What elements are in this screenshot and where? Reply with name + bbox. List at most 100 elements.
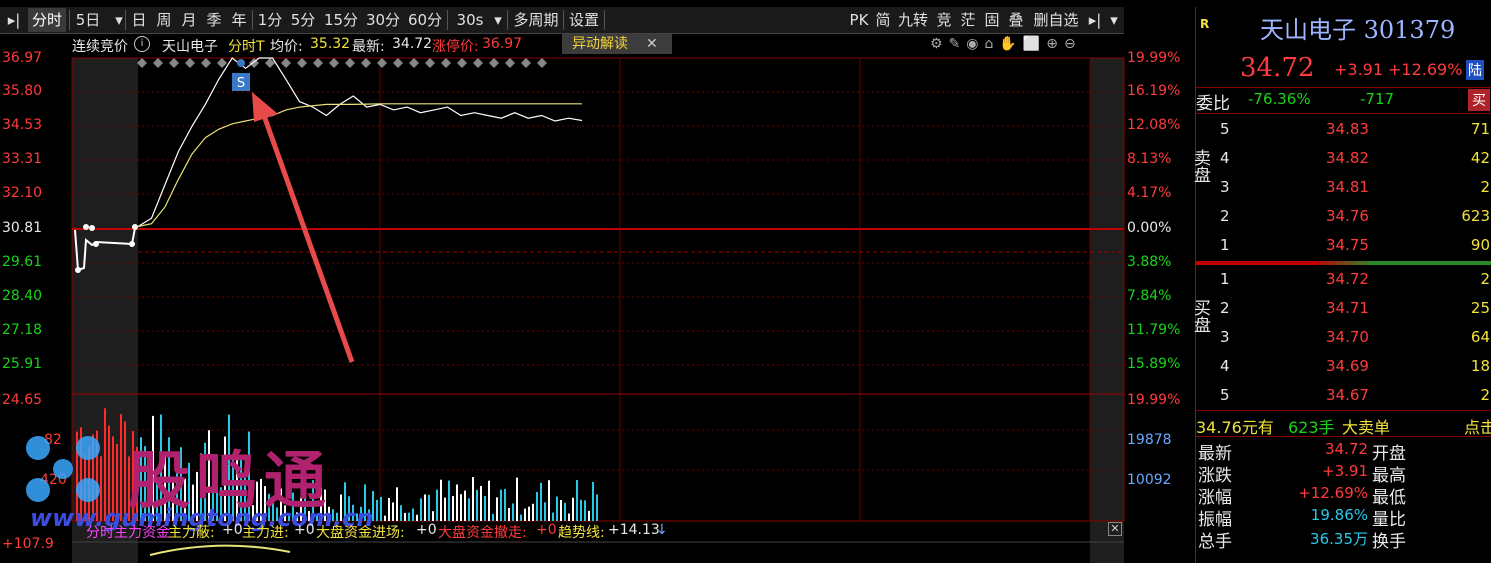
volume-bar xyxy=(460,494,462,521)
axis-label: 16.19% xyxy=(1127,83,1181,99)
bid-price[interactable]: 34.69 xyxy=(1326,357,1369,375)
volume-bar xyxy=(408,512,410,521)
r-badge: R xyxy=(1200,17,1210,31)
volume-bar xyxy=(448,480,450,521)
volume-bar xyxy=(524,508,526,521)
volume-bar xyxy=(532,503,534,521)
volume-bar xyxy=(432,511,434,521)
volume-bar xyxy=(472,477,474,521)
bid-volume: 64 xyxy=(1470,328,1490,346)
volume-bar xyxy=(572,497,574,521)
volume-bar xyxy=(376,499,378,521)
indicator-label: 趋势线: xyxy=(558,525,605,541)
bid-price[interactable]: 34.71 xyxy=(1326,299,1369,317)
axis-label: 4.17% xyxy=(1127,185,1172,201)
axis-label: 10092 xyxy=(1127,472,1172,488)
bigorder-vol: 623手 xyxy=(1288,418,1335,437)
volume-bar xyxy=(380,496,382,521)
signal-diamond xyxy=(281,58,291,68)
volume-bar xyxy=(528,506,530,521)
ask-price[interactable]: 34.82 xyxy=(1326,149,1369,167)
indicator-line: 分时主力资金 主力蔽: +0 主力进: +0 大盘资金进场: +0 大盘资金撤走… xyxy=(72,522,1122,542)
volume-bar xyxy=(388,497,390,521)
volume-bar xyxy=(580,499,582,521)
bid-level: 2 xyxy=(1220,299,1230,317)
watermark-logo-icon xyxy=(26,436,100,502)
stock-title: 天山电子 301379 xyxy=(1260,16,1456,44)
weicha-value: -717 xyxy=(1360,90,1395,108)
buy-button[interactable]: 买 xyxy=(1468,89,1490,111)
stat-value: +3.91 xyxy=(1322,462,1368,480)
indicator-label: 主力蔽: xyxy=(168,525,215,541)
ask-volume: 42 xyxy=(1470,149,1490,167)
ask-price[interactable]: 34.76 xyxy=(1326,207,1369,225)
ask-price[interactable]: 34.75 xyxy=(1326,236,1369,254)
bid-volume: 18 xyxy=(1470,357,1490,375)
volume-bar xyxy=(396,487,398,521)
annotation-arrow-head xyxy=(252,92,278,122)
signal-diamond xyxy=(409,58,419,68)
axis-label: 15.89% xyxy=(1127,356,1181,372)
volume-bar xyxy=(516,477,518,521)
axis-label: 29.61 xyxy=(2,254,43,270)
bid-price[interactable]: 34.67 xyxy=(1326,386,1369,404)
signal-diamond xyxy=(505,58,515,68)
bid-level: 5 xyxy=(1220,386,1230,404)
bid-volume: 25 xyxy=(1470,299,1490,317)
quote-pct: +12.69% xyxy=(1388,60,1463,79)
volume-bar xyxy=(392,502,394,521)
ask-volume: 623 xyxy=(1461,207,1490,225)
quote-panel: R 天山电子 301379 34.72 +3.91 +12.69% 陆 委比 -… xyxy=(1190,7,1491,563)
signal-diamond xyxy=(201,58,211,68)
volume-bar xyxy=(596,494,598,521)
indicator-label: 大盘资金进场: xyxy=(316,525,405,541)
axis-label: 32.10 xyxy=(2,185,43,201)
stat-label: 换手 xyxy=(1372,532,1406,552)
bid-level: 1 xyxy=(1220,270,1230,288)
ask-volume: 2 xyxy=(1480,178,1490,196)
price-line xyxy=(137,57,583,228)
volume-bar xyxy=(508,507,510,521)
ask-level: 4 xyxy=(1220,149,1230,167)
axis-label: 24.65 xyxy=(2,392,43,408)
bid-price[interactable]: 34.70 xyxy=(1326,328,1369,346)
volume-bar xyxy=(404,512,406,521)
s-marker-label: S xyxy=(237,76,245,91)
volume-bar xyxy=(564,502,566,521)
ask-price[interactable]: 34.83 xyxy=(1326,120,1369,138)
axis-label: 3.88% xyxy=(1127,254,1172,270)
volume-bar xyxy=(512,503,514,521)
volume-bar xyxy=(420,498,422,521)
stat-label: 总手 xyxy=(1198,532,1232,552)
hk-connect-badge: 陆 xyxy=(1466,60,1484,80)
ask-price[interactable]: 34.81 xyxy=(1326,178,1369,196)
volume-bar xyxy=(484,495,486,521)
signal-diamond xyxy=(361,58,371,68)
bid-price[interactable]: 34.72 xyxy=(1326,270,1369,288)
volume-bar xyxy=(436,489,438,521)
signal-diamond xyxy=(441,58,451,68)
ask-level: 3 xyxy=(1220,178,1230,196)
volume-bar xyxy=(556,496,558,521)
signal-diamond xyxy=(489,58,499,68)
axis-label: 30.81 xyxy=(2,220,43,236)
ask-level: 5 xyxy=(1220,120,1230,138)
ask-level: 2 xyxy=(1220,207,1230,225)
quote-change: +3.91 xyxy=(1334,60,1384,79)
bigorder-more-link[interactable]: 点击 xyxy=(1464,414,1491,438)
signal-diamond xyxy=(537,58,547,68)
volume-bar xyxy=(464,490,466,521)
volume-bar xyxy=(536,492,538,521)
volume-bar xyxy=(444,497,446,521)
buy-side-label: 买盘 xyxy=(1190,299,1210,333)
close-icon[interactable]: ✕ xyxy=(1108,522,1122,536)
bid-volume: 2 xyxy=(1480,270,1490,288)
weibi-value: -76.36% xyxy=(1248,90,1311,108)
volume-bar xyxy=(588,510,590,521)
volume-bar xyxy=(544,502,546,521)
signal-diamond xyxy=(153,58,163,68)
indicator-value: +0 xyxy=(536,522,557,538)
volume-bar xyxy=(568,513,570,521)
axis-label: 28.40 xyxy=(2,288,43,304)
bigorder-price: 34.76元有 xyxy=(1196,418,1274,437)
